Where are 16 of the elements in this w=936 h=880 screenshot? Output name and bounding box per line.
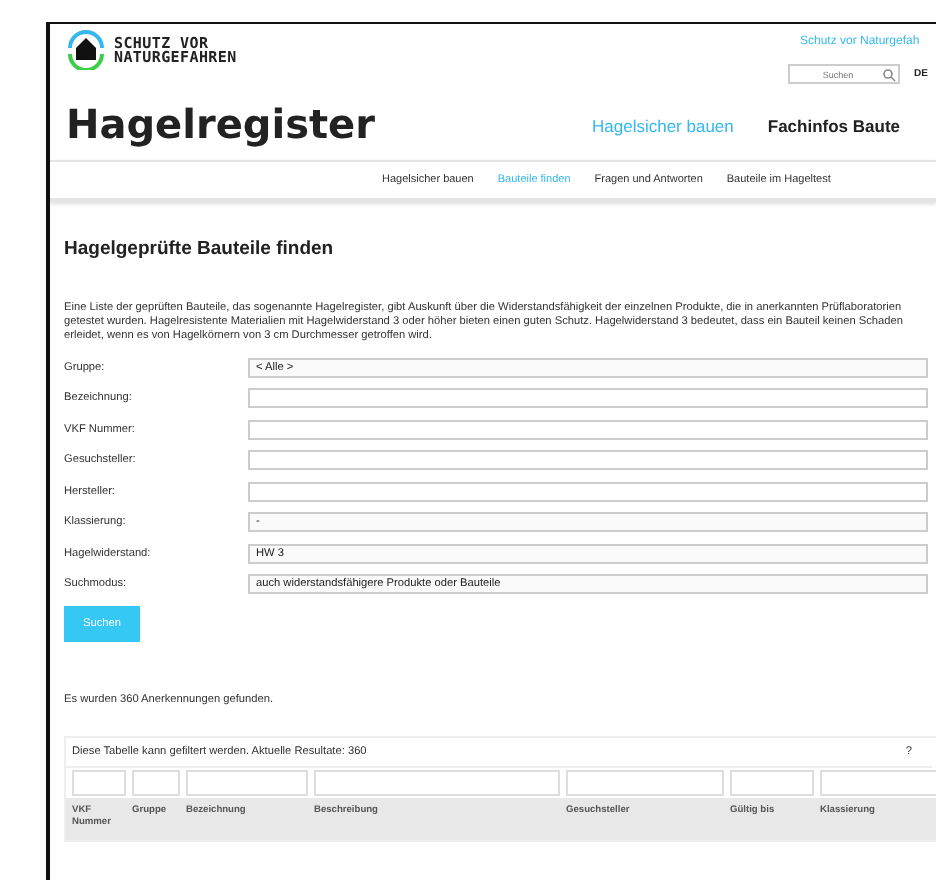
filter-field[interactable] [820, 770, 936, 796]
filter-field[interactable] [72, 770, 126, 796]
filter-field[interactable] [186, 770, 308, 796]
filter-field[interactable] [132, 770, 180, 796]
main-nav-item[interactable]: Fachinfos Baute [767, 116, 901, 136]
logo-icon [66, 30, 106, 70]
filter-field[interactable] [730, 770, 814, 796]
site-title: Hagelregister [66, 100, 375, 148]
input-field[interactable] [248, 419, 928, 440]
filter-field[interactable] [314, 770, 560, 796]
input-field[interactable] [248, 450, 928, 471]
input-field[interactable] [248, 481, 928, 502]
search-icon [882, 68, 896, 82]
page-heading: Hagelgeprüfte Bauteile finden [64, 238, 336, 260]
filter-field[interactable] [566, 770, 724, 796]
input-field[interactable] [248, 388, 928, 409]
